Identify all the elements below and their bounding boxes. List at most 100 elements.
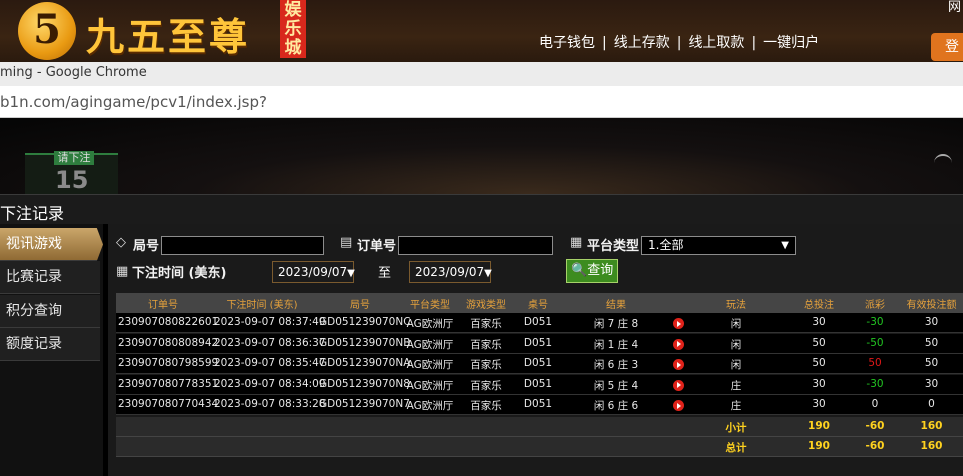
panel-title: 下注记录	[0, 204, 65, 223]
cell-payout: 0	[871, 398, 879, 411]
date-to-separator: 至	[378, 266, 392, 281]
cell-platform: AG欧洲厅	[406, 318, 454, 330]
cell-total-bet: 30	[812, 316, 826, 328]
browser-title-bar: ming - Google Chrome	[0, 62, 963, 86]
order-label: 订单号	[357, 239, 397, 254]
time-label: 下注时间 (美东)	[132, 266, 227, 281]
table-row: 230907080778351 2023-09-07 08:34:09 GD0512…	[116, 374, 963, 395]
round-input[interactable]	[161, 236, 324, 255]
cell-result: 闲 6 庄 6	[593, 400, 639, 413]
clipboard-icon: ▤	[340, 235, 353, 250]
cell-order-no: 230907080778351	[118, 377, 219, 390]
address-bar[interactable]: b1n.com/agingame/pcv1/index.jsp?	[0, 86, 963, 118]
cell-platform: AG欧洲厅	[406, 400, 454, 413]
play-replay-icon[interactable]	[673, 318, 684, 329]
cell-table-no: D051	[523, 357, 553, 370]
table-row: 230907080798599 2023-09-07 08:35:47 GD0512…	[116, 354, 963, 375]
bet-records-table: 订单号 下注时间 (美东) 局号 平台类型 游戏类型 桌号 结果 玩法 总投注 …	[116, 293, 963, 476]
col-game-type: 游戏类型	[466, 300, 506, 311]
col-table-no: 桌号	[528, 300, 548, 311]
cell-payout: -30	[866, 316, 884, 328]
nav-withdraw[interactable]: 线上取款	[688, 35, 744, 51]
play-replay-icon[interactable]	[673, 400, 684, 412]
total-bet: 190	[808, 440, 830, 452]
url-text[interactable]: b1n.com/agingame/pcv1/index.jsp?	[0, 93, 267, 111]
cell-order-no: 230907080798599	[118, 357, 219, 370]
table-row: 230907080822601 2023-09-07 08:37:49 GD0512…	[116, 313, 963, 333]
cell-order-no: 230907080822601	[118, 316, 219, 328]
cell-bet-time: 2023-09-07 08:33:28	[214, 398, 326, 411]
cell-valid-bet: 0	[928, 398, 935, 411]
cell-bet-time: 2023-09-07 08:36:37	[214, 336, 326, 349]
cell-platform: AG欧洲厅	[406, 338, 454, 351]
platform-value: 1.全部	[648, 238, 684, 252]
login-button[interactable]: 登	[931, 33, 963, 61]
nav-deposit[interactable]: 线上存款	[614, 35, 670, 51]
play-replay-icon[interactable]	[673, 359, 684, 371]
cell-valid-bet: 30	[924, 316, 939, 328]
search-button-label: 查询	[587, 263, 614, 278]
play-replay-icon[interactable]	[673, 338, 684, 350]
cell-round-no: GD051239070N8	[319, 377, 410, 390]
cell-valid-bet: 50	[924, 336, 939, 349]
col-total-bet: 总投注	[804, 300, 834, 311]
date-from-value: 2023/09/07	[278, 265, 348, 279]
sidebar-item-live-games[interactable]: 视讯游戏	[0, 228, 103, 261]
cell-table-no: D051	[523, 316, 553, 328]
cell-bet-time: 2023-09-07 08:34:09	[214, 377, 326, 390]
date-to-picker[interactable]: 2023/09/07▼	[409, 261, 492, 283]
chevron-down-icon: ▼	[781, 240, 789, 251]
top-right-link[interactable]: 网	[948, 0, 961, 15]
col-play-type: 玩法	[726, 300, 746, 311]
col-valid-bet: 有效投注额	[906, 300, 957, 311]
sidebar-item-points[interactable]: 积分查询	[0, 295, 100, 328]
chevron-down-icon: ▼	[484, 268, 492, 279]
window-title: ming - Google Chrome	[0, 65, 147, 80]
cell-total-bet: 50	[812, 357, 826, 370]
subtotal-payout: -60	[865, 420, 885, 432]
cell-payout: -30	[866, 377, 884, 390]
round-label: 局号	[133, 239, 160, 254]
sidebar-item-match-records[interactable]: 比赛记录	[0, 261, 100, 294]
list-icon: ▦	[570, 235, 583, 250]
cell-order-no: 230907080770434	[118, 398, 219, 411]
subtotal-row: 小计 190 -60 160	[116, 417, 963, 437]
cell-result: 闲 6 庄 3	[593, 359, 639, 372]
cell-game-type: 百家乐	[470, 318, 502, 330]
play-replay-icon[interactable]	[673, 379, 684, 391]
platform-select[interactable]: 1.全部 ▼	[641, 236, 796, 255]
table-header: 订单号 下注时间 (美东) 局号 平台类型 游戏类型 桌号 结果 玩法 总投注 …	[116, 293, 963, 313]
site-header: 5 九五至尊 娱乐城 电子钱包 | 线上存款 | 线上取款 | 一键归户 网 登	[0, 0, 963, 62]
nav-one-click[interactable]: 一键归户	[763, 35, 819, 51]
cell-platform: AG欧洲厅	[406, 379, 454, 392]
cell-valid-bet: 50	[924, 357, 939, 370]
cell-total-bet: 30	[812, 398, 826, 411]
cell-total-bet: 50	[812, 336, 826, 349]
total-valid: 160	[920, 440, 943, 452]
chevron-down-icon: ▼	[347, 268, 355, 279]
cell-round-no: GD051239070NB	[319, 336, 411, 349]
cell-result: 闲 5 庄 4	[593, 379, 639, 392]
col-bet-time: 下注时间 (美东)	[226, 300, 298, 311]
cell-game-type: 百家乐	[470, 338, 502, 351]
nav-separator: |	[676, 35, 682, 51]
cell-table-no: D051	[523, 398, 553, 411]
col-payout: 派彩	[865, 300, 885, 311]
sidebar-item-credit-records[interactable]: 额度记录	[0, 328, 100, 361]
logo-tag: 娱乐城	[280, 0, 306, 58]
bet-prompt: 请下注	[54, 151, 94, 165]
cell-payout: 50	[868, 357, 882, 370]
panel-header: 下注记录	[0, 194, 963, 224]
cell-bet-time: 2023-09-07 08:37:49	[214, 316, 326, 328]
date-from-picker[interactable]: 2023/09/07▼	[272, 261, 355, 283]
order-input[interactable]	[398, 236, 553, 255]
nav-separator: |	[602, 35, 607, 51]
cell-play-type: 庄	[730, 400, 742, 413]
col-order-no: 订单号	[148, 300, 178, 311]
search-button[interactable]: 🔍查询	[566, 259, 618, 283]
table-row: 230907080808942 2023-09-07 08:36:37 GD0512…	[116, 333, 963, 354]
subtotal-label: 小计	[725, 422, 747, 434]
nav-separator: |	[751, 35, 757, 51]
cell-table-no: D051	[523, 336, 553, 349]
nav-wallet[interactable]: 电子钱包	[539, 35, 595, 51]
